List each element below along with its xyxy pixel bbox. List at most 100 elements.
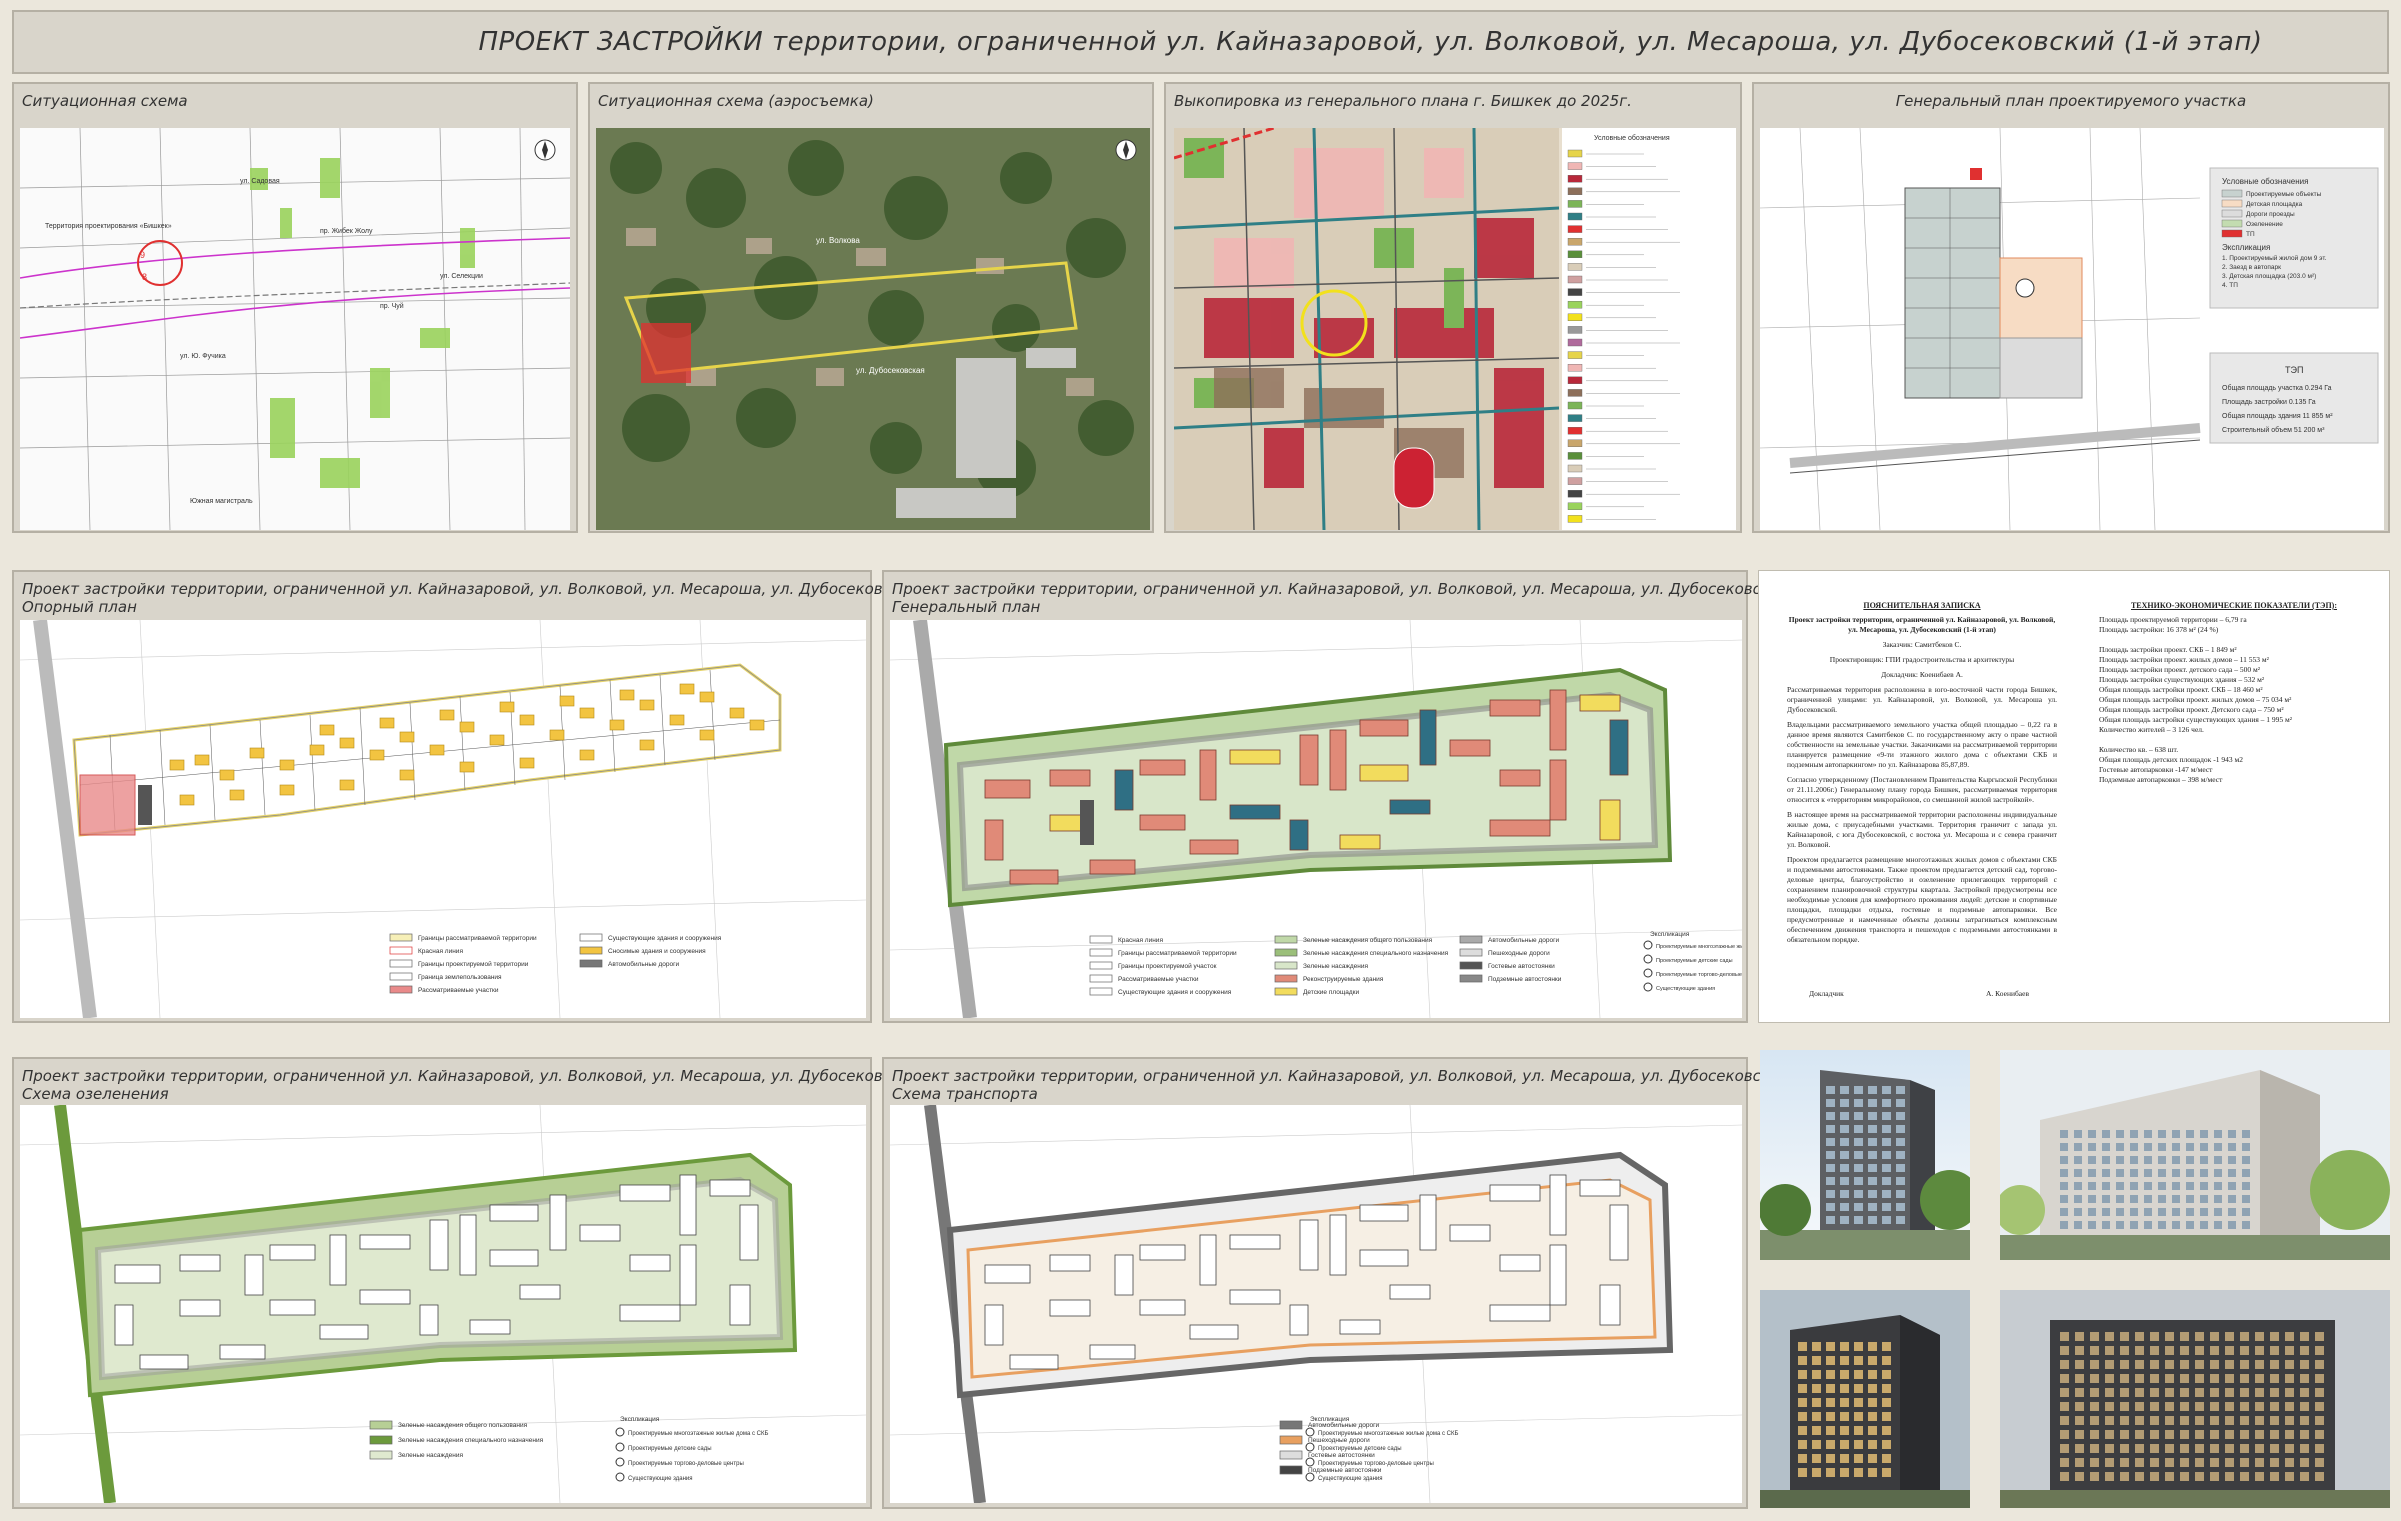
window (1812, 1440, 1821, 1449)
tep-item: Гостевые автопарковки -147 м/мест (2099, 765, 2213, 774)
window (2214, 1156, 2222, 1164)
window (2060, 1130, 2068, 1138)
window (2228, 1156, 2236, 1164)
planned-building (1419, 709, 1437, 766)
window (1826, 1468, 1835, 1477)
window (2165, 1472, 2174, 1481)
window (1840, 1086, 1849, 1094)
window (1798, 1398, 1807, 1407)
window (2210, 1472, 2219, 1481)
explication-marker (1643, 954, 1653, 964)
window (2130, 1143, 2138, 1151)
window (1854, 1468, 1863, 1477)
existing-building (219, 769, 235, 781)
transport-map: Автомобильные дороги Пешеходные дороги Гос… (890, 1105, 1742, 1503)
window (2105, 1388, 2114, 1397)
tep-item: Площадь застройки проект. жилых домов – … (2099, 655, 2269, 664)
planned-building (1609, 719, 1629, 776)
window (2074, 1156, 2082, 1164)
planned-building (489, 1249, 539, 1267)
window (1826, 1125, 1835, 1133)
window (2200, 1221, 2208, 1229)
window (2158, 1156, 2166, 1164)
situation-map-svg: 9 8 Территория проектирования «Бишкек» у… (20, 128, 570, 530)
legend-swatch (579, 959, 603, 968)
window (1840, 1412, 1849, 1421)
site-legend-title: Условные обозначения (2222, 177, 2308, 186)
note-designer: Проектировщик: ГПИ градостроительства и … (1829, 655, 2015, 664)
legend-swatch (1567, 326, 1583, 334)
window (1896, 1099, 1905, 1107)
planned-building (1449, 1224, 1491, 1242)
panel-title-text: Проект застройки территории, ограниченно… (892, 1067, 1872, 1085)
window (2088, 1182, 2096, 1190)
planned-building (1049, 1254, 1091, 1272)
window (2255, 1472, 2264, 1481)
window (2270, 1430, 2279, 1439)
window (2210, 1346, 2219, 1355)
legend-swatch (1089, 974, 1113, 983)
panel-greenery-title: Проект застройки территории, ограниченно… (22, 1067, 1001, 1103)
planned-building (1549, 689, 1567, 751)
window (1840, 1468, 1849, 1477)
transport-svg: Автомобильные дорогиПешеходные дорогиГос… (890, 1105, 1742, 1503)
planned-building (1299, 734, 1319, 786)
planned-building (139, 1354, 189, 1370)
note-signature: Докладчик А. Коенибаев (1809, 989, 2029, 998)
window (1826, 1099, 1835, 1107)
window (2158, 1221, 2166, 1229)
legend-swatch (1567, 313, 1583, 322)
window (2270, 1332, 2279, 1341)
window (2102, 1221, 2110, 1229)
window (2144, 1169, 2152, 1177)
panel-subtitle-text: Опорный план (22, 598, 137, 616)
legend-swatch (1567, 351, 1583, 359)
planned-building (1579, 1179, 1621, 1197)
planned-building (1289, 819, 1309, 851)
note-reporter: Докладчик: Коенибаев А. (1881, 670, 1963, 679)
window (2315, 1360, 2324, 1369)
window (2255, 1416, 2264, 1425)
legend-swatch (1567, 162, 1583, 170)
existing-building (549, 729, 565, 741)
explication-item: 4. ТП (2222, 282, 2238, 289)
window (2210, 1388, 2219, 1397)
window (1812, 1342, 1821, 1351)
window (2090, 1416, 2099, 1425)
window (2120, 1458, 2129, 1467)
explication-marker (1305, 1457, 1315, 1467)
window (2180, 1444, 2189, 1453)
window (1868, 1440, 1877, 1449)
legend-swatch (1567, 464, 1583, 473)
note-left-column: ПОЯСНИТЕЛЬНАЯ ЗАПИСКА Проект застройки т… (1787, 601, 2057, 950)
street-label: ул. Волкова (816, 236, 860, 245)
legend-swatch (369, 1435, 393, 1445)
window (1882, 1125, 1891, 1133)
explication-marker (615, 1457, 625, 1467)
window (1896, 1112, 1905, 1120)
window (2225, 1374, 2234, 1383)
window (2172, 1156, 2180, 1164)
window (1826, 1370, 1835, 1379)
existing-building (579, 749, 595, 761)
panel-master-plan: Проект застройки территории, ограниченно… (882, 570, 1871, 1023)
window (2270, 1374, 2279, 1383)
window (1882, 1164, 1891, 1172)
legend-swatch (1567, 288, 1583, 296)
window (1826, 1216, 1835, 1224)
existing-building (179, 794, 195, 806)
window (2172, 1221, 2180, 1229)
explication-item: 2. Заезд в автопарк (2222, 264, 2281, 271)
legend-swatch (1089, 935, 1113, 944)
main-title: ПРОЕКТ ЗАСТРОЙКИ территории, ограниченно… (478, 27, 2263, 57)
tep-item: Общая площадь здания 11 855 м² (2222, 412, 2333, 420)
window (2200, 1182, 2208, 1190)
rendering-4 (2000, 1290, 2390, 1508)
window (2150, 1360, 2159, 1369)
window (1826, 1112, 1835, 1120)
legend-swatch (1279, 1435, 1303, 1445)
window (2270, 1388, 2279, 1397)
existing-building (429, 744, 445, 756)
note-right-column: ТЕХНИКО-ЭКОНОМИЧЕСКИЕ ПОКАЗАТЕЛИ (ТЭП): … (2099, 601, 2369, 785)
window (2075, 1444, 2084, 1453)
